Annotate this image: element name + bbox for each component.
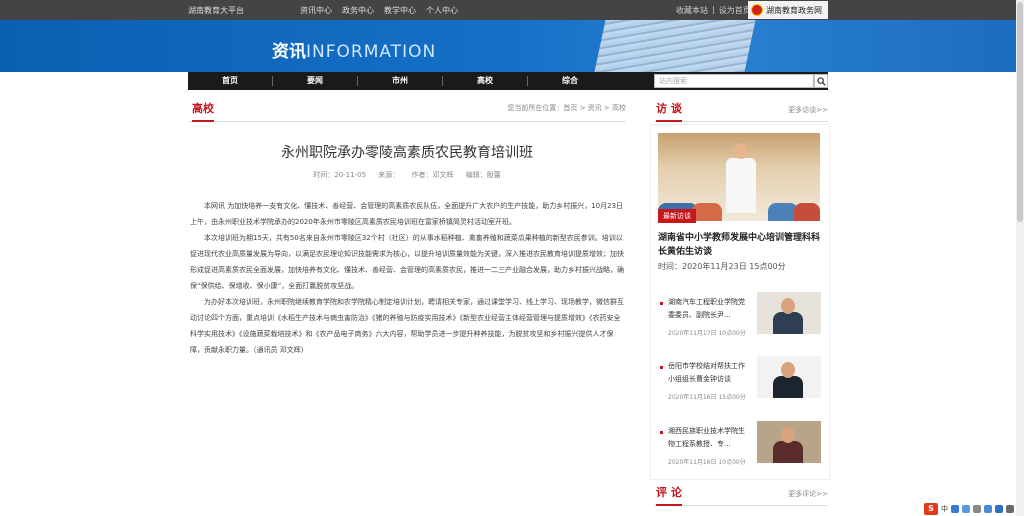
top-link-news[interactable]: 资讯中心	[300, 5, 332, 16]
interview-heading: 访 谈	[656, 100, 682, 122]
article-author: 作者：邓文辉	[411, 171, 454, 179]
comment-heading: 评 论	[656, 484, 682, 506]
nav-item-home[interactable]: 首页	[188, 72, 272, 90]
article-source: 来源：	[378, 171, 400, 179]
interview-item-time: 2020年11月17日 10点00分	[668, 330, 746, 337]
scrollbar-thumb[interactable]	[1017, 2, 1023, 222]
bullet-icon	[660, 431, 663, 434]
nav-item-cities[interactable]: 市州	[358, 72, 442, 90]
thumb-body	[773, 376, 803, 398]
ime-language[interactable]: 中	[941, 504, 948, 514]
newspaper-decoration	[594, 20, 756, 72]
article-paragraph: 为办好本次培训班，永州职院继续教育学院和农学院精心制定培训计划，聘请相关专家，通…	[190, 298, 624, 354]
sogou-ime-icon[interactable]: S	[924, 503, 938, 515]
page-scrollbar[interactable]	[1016, 0, 1024, 516]
thumb-body	[773, 312, 803, 334]
nav-item-general[interactable]: 综合	[528, 72, 612, 90]
thumb-head	[781, 362, 795, 378]
speaker-shirt	[726, 158, 756, 213]
site-search-input[interactable]: 站内搜索	[654, 74, 814, 88]
gov-portal-link[interactable]: 湖南教育政务网	[748, 1, 828, 19]
thumb-head	[781, 427, 795, 443]
site-name-link[interactable]: 湖南教育大平台	[188, 5, 244, 16]
interview-thumbnail[interactable]	[757, 356, 821, 398]
article-paragraph: 本次培训班为期15天，共有50名来自永州市零陵区32个村（社区）的从事水稻种植、…	[190, 234, 624, 290]
featured-interview-image[interactable]	[658, 133, 820, 221]
interview-list-item[interactable]: 湖南汽车工程职业学院党委委员、副院长尹... 2020年11月17日 10点00…	[658, 292, 824, 338]
thumb-body	[773, 441, 803, 463]
speaker-figure	[726, 143, 756, 213]
interview-item-title[interactable]: 岳阳市学校结对帮扶工作小组组长曹金钟访谈	[668, 360, 750, 386]
interview-item-title[interactable]: 湖南汽车工程职业学院党委委员、副院长尹...	[668, 296, 750, 322]
banner-title: 资讯INFORMATION	[272, 37, 436, 62]
latest-interview-badge: 最新访谈	[658, 209, 696, 223]
toolbox-icon[interactable]	[1006, 505, 1014, 513]
interview-item-time: 2020年11月16日 10点00分	[668, 459, 746, 466]
top-link-gov[interactable]: 政务中心	[342, 5, 374, 16]
banner-title-en: INFORMATION	[306, 42, 437, 62]
skin-icon[interactable]	[995, 505, 1003, 513]
bullet-icon	[660, 366, 663, 369]
punctuation-icon[interactable]	[962, 505, 970, 513]
article-meta: 时间：20-11-05 来源： 作者：邓文辉 编辑：殷蕾	[188, 170, 626, 180]
comment-header: 评 论 更多评论>>	[654, 484, 828, 506]
featured-interview-title[interactable]: 湖南省中小学教师发展中心培训管理科科长黄佑生访谈	[658, 231, 824, 259]
article-time: 时间：20-11-05	[313, 171, 367, 179]
gov-portal-label: 湖南教育政务网	[766, 5, 822, 15]
more-interviews-link[interactable]: 更多访谈>>	[788, 105, 828, 115]
article-title: 永州职院承办零陵高素质农民教育培训班	[281, 145, 533, 161]
interview-thumbnail[interactable]	[757, 292, 821, 334]
top-bar: 湖南教育大平台 资讯中心 政务中心 教学中心 个人中心 收藏本站 | 设为首页 …	[0, 0, 1024, 20]
link-separator: |	[712, 5, 715, 14]
top-links: 资讯中心 政务中心 教学中心 个人中心	[300, 5, 458, 16]
top-link-teaching[interactable]: 教学中心	[384, 5, 416, 16]
user-icon[interactable]	[984, 505, 992, 513]
ime-tray: S 中	[924, 502, 1014, 516]
breadcrumb: 您当前所在位置：首页 > 资讯 > 高校	[507, 104, 626, 112]
bookmark-link[interactable]: 收藏本站	[676, 5, 708, 16]
more-comments-link[interactable]: 更多评论>>	[788, 489, 828, 499]
interview-item-time: 2020年11月16日 15点00分	[668, 394, 746, 401]
interview-list-item[interactable]: 湘西民族职业技术学院生物工程系教授、专... 2020年11月16日 10点00…	[658, 421, 824, 467]
article-paragraph: 本网讯 为加快培养一支有文化、懂技术、善经营、会管理的高素质农民队伍，全面提升广…	[190, 202, 624, 226]
keyboard-icon[interactable]	[973, 505, 981, 513]
banner-title-cn: 资讯	[272, 42, 306, 62]
interview-header: 访 谈 更多访谈>>	[654, 100, 828, 122]
article-body: 本网讯 为加快培养一支有文化、懂技术、善经营、会管理的高素质农民队伍，全面提升广…	[190, 198, 624, 358]
search-button[interactable]	[814, 74, 828, 88]
crowd-figure	[794, 203, 820, 221]
interview-item-title[interactable]: 湘西民族职业技术学院生物工程系教授、专...	[668, 425, 750, 451]
nav-item-universities[interactable]: 高校	[443, 72, 527, 90]
section-tag: 高校	[192, 100, 214, 122]
crowd-figure	[692, 203, 722, 221]
speaker-head	[734, 143, 748, 159]
featured-interview-time: 时间：2020年11月23日 15点00分	[658, 262, 786, 271]
set-homepage-link[interactable]: 设为首页	[719, 5, 751, 16]
banner: 资讯INFORMATION	[0, 20, 1024, 72]
moon-icon[interactable]	[951, 505, 959, 513]
bullet-icon	[660, 302, 663, 305]
top-link-personal[interactable]: 个人中心	[426, 5, 458, 16]
interview-list-item[interactable]: 岳阳市学校结对帮扶工作小组组长曹金钟访谈 2020年11月16日 15点00分	[658, 356, 824, 402]
national-emblem-icon	[751, 4, 763, 16]
thumb-head	[781, 298, 795, 314]
section-header: 高校 您当前所在位置：首页 > 资讯 > 高校	[188, 100, 626, 122]
nav-item-headlines[interactable]: 要闻	[273, 72, 357, 90]
search-icon	[816, 76, 826, 86]
article-editor: 编辑：殷蕾	[465, 171, 501, 179]
top-right-links: 收藏本站 | 设为首页	[676, 5, 751, 16]
interview-thumbnail[interactable]	[757, 421, 821, 463]
